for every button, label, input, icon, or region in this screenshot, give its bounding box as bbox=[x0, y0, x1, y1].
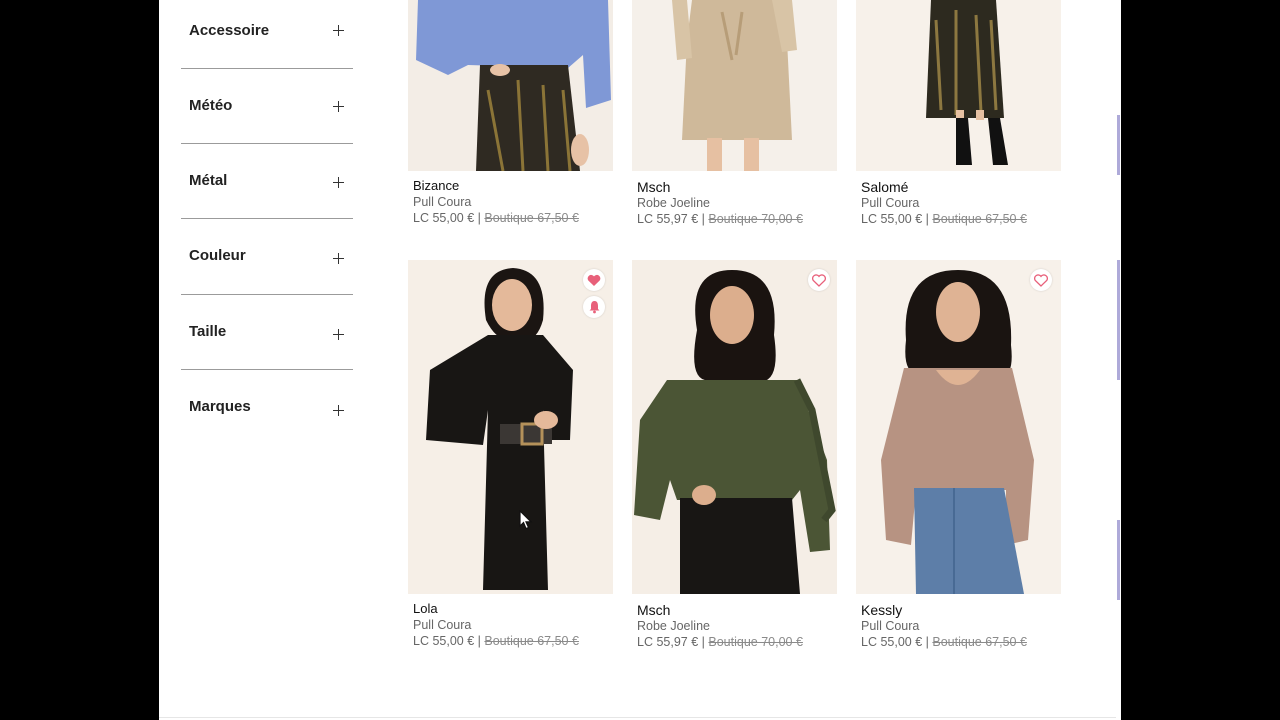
price-separator: | bbox=[701, 212, 705, 226]
filter-label: Marques bbox=[189, 398, 251, 415]
product-info: Kessly Pull Coura LC 55,00 € | Boutique … bbox=[861, 602, 1071, 650]
lc-price: LC 55,00 € bbox=[861, 635, 923, 649]
heart-icon bbox=[1034, 273, 1048, 287]
lc-price: LC 55,00 € bbox=[413, 211, 475, 225]
plus-icon[interactable] bbox=[333, 405, 344, 416]
favorite-button[interactable] bbox=[583, 269, 605, 291]
boutique-price: Boutique 67,50 € bbox=[932, 635, 1027, 649]
filter-label: Accessoire bbox=[189, 22, 270, 39]
bell-icon bbox=[589, 301, 599, 314]
mouse-cursor-icon bbox=[519, 510, 533, 530]
product-info: Salomé Pull Coura LC 55,00 € | Boutique … bbox=[861, 179, 1071, 227]
product-model: Pull Coura bbox=[413, 195, 472, 209]
product-model: Robe Joeline bbox=[637, 196, 710, 210]
plus-icon[interactable] bbox=[333, 253, 344, 264]
plus-icon[interactable] bbox=[333, 177, 344, 188]
product-brand: Bizance bbox=[413, 178, 460, 193]
product-image[interactable] bbox=[856, 0, 1061, 171]
plus-icon[interactable] bbox=[333, 25, 344, 36]
product-image[interactable] bbox=[408, 260, 613, 594]
product-brand: Msch bbox=[637, 602, 671, 618]
product-model: Pull Coura bbox=[861, 619, 920, 633]
product-brand: Msch bbox=[637, 179, 671, 195]
boutique-price: Boutique 70,00 € bbox=[708, 635, 803, 649]
favorite-button[interactable] bbox=[1030, 269, 1052, 291]
filter-accessoire[interactable]: Accessoire bbox=[181, 0, 353, 69]
filter-meteo[interactable]: Météo bbox=[181, 68, 353, 144]
product-image[interactable] bbox=[632, 260, 837, 594]
price-separator: | bbox=[925, 212, 929, 226]
product-brand: Lola bbox=[413, 601, 438, 616]
lc-price: LC 55,00 € bbox=[861, 212, 923, 226]
plus-icon[interactable] bbox=[333, 101, 344, 112]
filter-label: Météo bbox=[189, 97, 233, 114]
product-info: Msch Robe Joeline LC 55,97 € | Boutique … bbox=[637, 602, 847, 650]
price-separator: | bbox=[477, 211, 481, 225]
product-price: LC 55,00 € | Boutique 67,50 € bbox=[861, 634, 1071, 650]
product-brand: Kessly bbox=[861, 602, 903, 618]
boutique-price: Boutique 70,00 € bbox=[708, 212, 803, 226]
price-separator: | bbox=[477, 634, 481, 648]
product-info: Msch Robe Joeline LC 55,97 € | Boutique … bbox=[637, 179, 847, 227]
favorite-button[interactable] bbox=[808, 269, 830, 291]
product-price: LC 55,97 € | Boutique 70,00 € bbox=[637, 211, 847, 227]
product-info: Lola Pull Coura LC 55,00 € | Boutique 67… bbox=[413, 601, 623, 649]
product-image[interactable] bbox=[856, 260, 1061, 594]
right-edge-strip bbox=[1116, 0, 1121, 720]
product-image[interactable] bbox=[408, 0, 613, 171]
heart-icon bbox=[812, 273, 826, 287]
price-separator: | bbox=[701, 635, 705, 649]
product-model: Pull Coura bbox=[861, 196, 920, 210]
page-bottom-divider bbox=[159, 717, 1121, 718]
product-listing-page: Accessoire Météo Métal Couleur Taille Ma… bbox=[159, 0, 1121, 720]
filter-label: Taille bbox=[189, 323, 227, 340]
filter-couleur[interactable]: Couleur bbox=[181, 219, 353, 295]
filter-label: Couleur bbox=[189, 247, 246, 264]
plus-icon[interactable] bbox=[333, 329, 344, 340]
product-price: LC 55,97 € | Boutique 70,00 € bbox=[637, 634, 847, 650]
lc-price: LC 55,00 € bbox=[413, 634, 475, 648]
product-info: Bizance Pull Coura LC 55,00 € | Boutique… bbox=[413, 178, 623, 226]
boutique-price: Boutique 67,50 € bbox=[484, 634, 579, 648]
lc-price: LC 55,97 € bbox=[637, 635, 699, 649]
product-brand: Salomé bbox=[861, 179, 909, 195]
filter-taille[interactable]: Taille bbox=[181, 294, 353, 370]
product-model: Pull Coura bbox=[413, 618, 472, 632]
price-alert-button[interactable] bbox=[583, 296, 605, 318]
lc-price: LC 55,97 € bbox=[637, 212, 699, 226]
boutique-price: Boutique 67,50 € bbox=[932, 212, 1027, 226]
filter-sidebar: Accessoire Météo Métal Couleur Taille Ma… bbox=[181, 0, 356, 417]
product-image[interactable] bbox=[632, 0, 837, 171]
product-price: LC 55,00 € | Boutique 67,50 € bbox=[413, 633, 623, 649]
heart-icon bbox=[587, 274, 601, 286]
price-separator: | bbox=[925, 635, 929, 649]
boutique-price: Boutique 67,50 € bbox=[484, 211, 579, 225]
filter-metal[interactable]: Métal bbox=[181, 143, 353, 219]
product-model: Robe Joeline bbox=[637, 619, 710, 633]
filter-label: Métal bbox=[189, 172, 228, 189]
product-price: LC 55,00 € | Boutique 67,50 € bbox=[413, 210, 623, 226]
filter-marques[interactable]: Marques bbox=[181, 369, 353, 417]
product-price: LC 55,00 € | Boutique 67,50 € bbox=[861, 211, 1071, 227]
